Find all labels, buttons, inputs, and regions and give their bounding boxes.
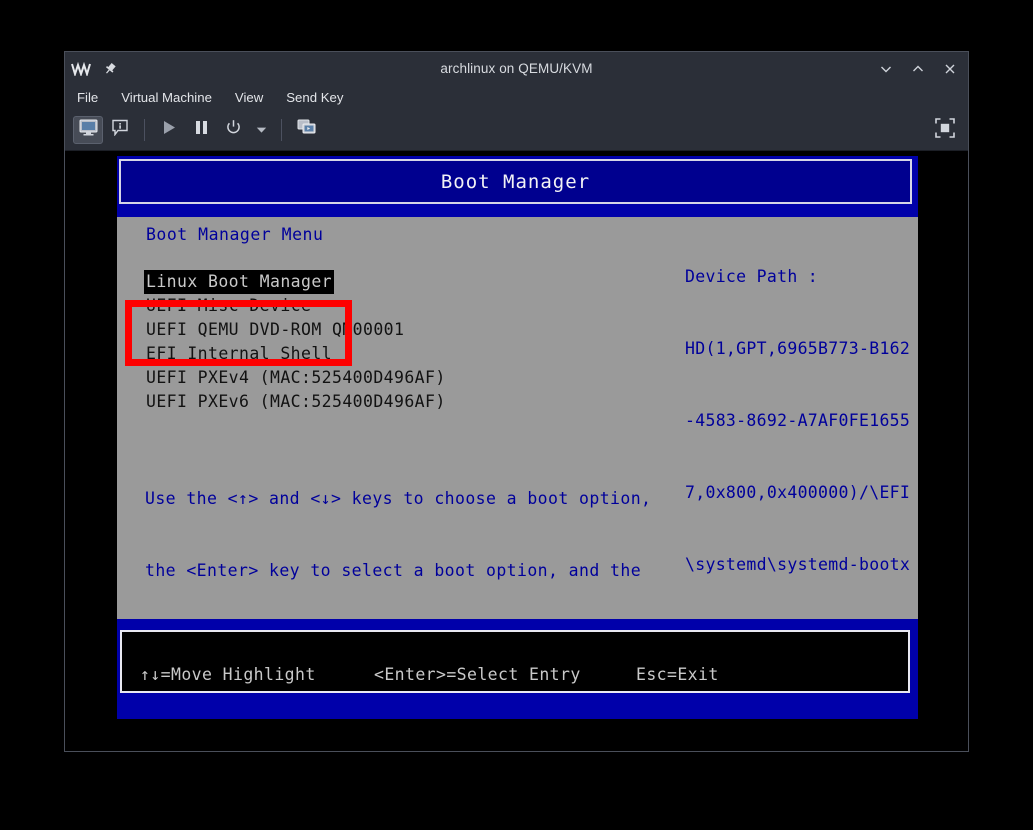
boot-entry-uefi-pxev4[interactable]: UEFI PXEv4 (MAC:525400D496AF) [146,366,446,390]
minimize-button[interactable] [878,61,894,77]
hotkey-select-entry: <Enter>=Select Entry [374,665,636,684]
play-triangle-icon [161,119,177,141]
hotkey-move-highlight: ↑↓=Move Highlight [140,665,374,684]
window-title: archlinux on QEMU/KVM [65,61,968,76]
guest-console-display[interactable]: Boot Manager Boot Manager Menu Linux Boo… [65,151,968,751]
close-button[interactable] [942,61,958,77]
menu-virtual-machine[interactable]: Virtual Machine [121,90,212,105]
pause-bars-icon [194,119,209,141]
window-titlebar: archlinux on QEMU/KVM [65,52,968,85]
device-path-line: HD(1,GPT,6965B773-B162 [685,337,917,361]
uefi-banner-box: Boot Manager [119,159,912,204]
monitor-icon [79,119,98,141]
menu-view[interactable]: View [235,90,263,105]
titlebar-left-icons [71,62,117,76]
boot-entry-list: Linux Boot Manager UEFI Misc Device UEFI… [146,270,566,414]
boot-entry-efi-internal-shell[interactable]: EFI Internal Shell [146,342,332,366]
uefi-banner-strip: Boot Manager [117,156,918,217]
virt-manager-window: archlinux on QEMU/KVM File Virtual Machi… [64,51,969,752]
boot-entry-row[interactable]: UEFI PXEv6 (MAC:525400D496AF) [146,390,566,414]
screens-stack-icon [297,119,316,141]
boot-entry-row[interactable]: UEFI PXEv4 (MAC:525400D496AF) [146,366,566,390]
shutdown-options-dropdown[interactable] [250,116,272,144]
power-icon [225,119,242,141]
device-path-line: -4583-8692-A7AF0FE1655 [685,409,917,433]
menu-file[interactable]: File [77,90,98,105]
boot-entry-row[interactable]: UEFI QEMU DVD-ROM QM00001 [146,318,566,342]
maximize-button[interactable] [910,61,926,77]
pushpin-icon[interactable] [103,62,117,76]
instruction-line: Use the <↑> and <↓> keys to choose a boo… [145,487,651,511]
boot-entry-uefi-misc-device[interactable]: UEFI Misc Device [146,294,311,318]
hotkey-exit: Esc=Exit [636,665,719,684]
uefi-banner-title: Boot Manager [441,171,590,193]
boot-manager-menu-heading: Boot Manager Menu [146,225,323,244]
menu-send-key[interactable]: Send Key [286,90,343,105]
application-toolbar [65,110,968,151]
show-console-button[interactable] [73,116,103,144]
boot-entry-row[interactable]: EFI Internal Shell [146,342,566,366]
boot-entry-linux-boot-manager[interactable]: Linux Boot Manager [144,270,334,294]
instruction-line: the <Enter> key to select a boot option,… [145,559,651,583]
fullscreen-corners-icon [935,118,955,143]
uefi-boot-manager-screen: Boot Manager Boot Manager Menu Linux Boo… [117,156,918,727]
window-controls [878,61,958,77]
boot-entry-row[interactable]: UEFI Misc Device [146,294,566,318]
application-menubar: File Virtual Machine View Send Key [65,85,968,110]
shutdown-button[interactable] [218,116,248,144]
info-balloon-icon [111,119,129,141]
uefi-hotkey-list: ↑↓=Move Highlight <Enter>=Select Entry E… [122,665,908,691]
device-path-line: 7,0x800,0x400000)/\EFI [685,481,917,505]
uefi-footer-strip: ↑↓=Move Highlight <Enter>=Select Entry E… [117,619,918,719]
device-path-line: \systemd\systemd-bootx [685,553,917,577]
show-details-button[interactable] [105,116,135,144]
run-button[interactable] [154,116,184,144]
snapshots-button[interactable] [291,116,321,144]
boot-entry-uefi-pxev6[interactable]: UEFI PXEv6 (MAC:525400D496AF) [146,390,446,414]
uefi-hotkey-box: ↑↓=Move Highlight <Enter>=Select Entry E… [120,630,910,693]
uefi-body-area: Boot Manager Menu Linux Boot Manager UEF… [117,217,918,619]
caret-down-icon [256,121,267,139]
boot-entry-row[interactable]: Linux Boot Manager [146,270,566,294]
virt-manager-vm-logo-icon [71,62,93,76]
fullscreen-button[interactable] [930,116,960,144]
boot-entry-uefi-qemu-dvd-rom[interactable]: UEFI QEMU DVD-ROM QM00001 [146,318,404,342]
toolbar-separator [281,119,282,141]
pause-button[interactable] [186,116,216,144]
device-path-heading: Device Path : [685,265,917,289]
toolbar-separator [144,119,145,141]
